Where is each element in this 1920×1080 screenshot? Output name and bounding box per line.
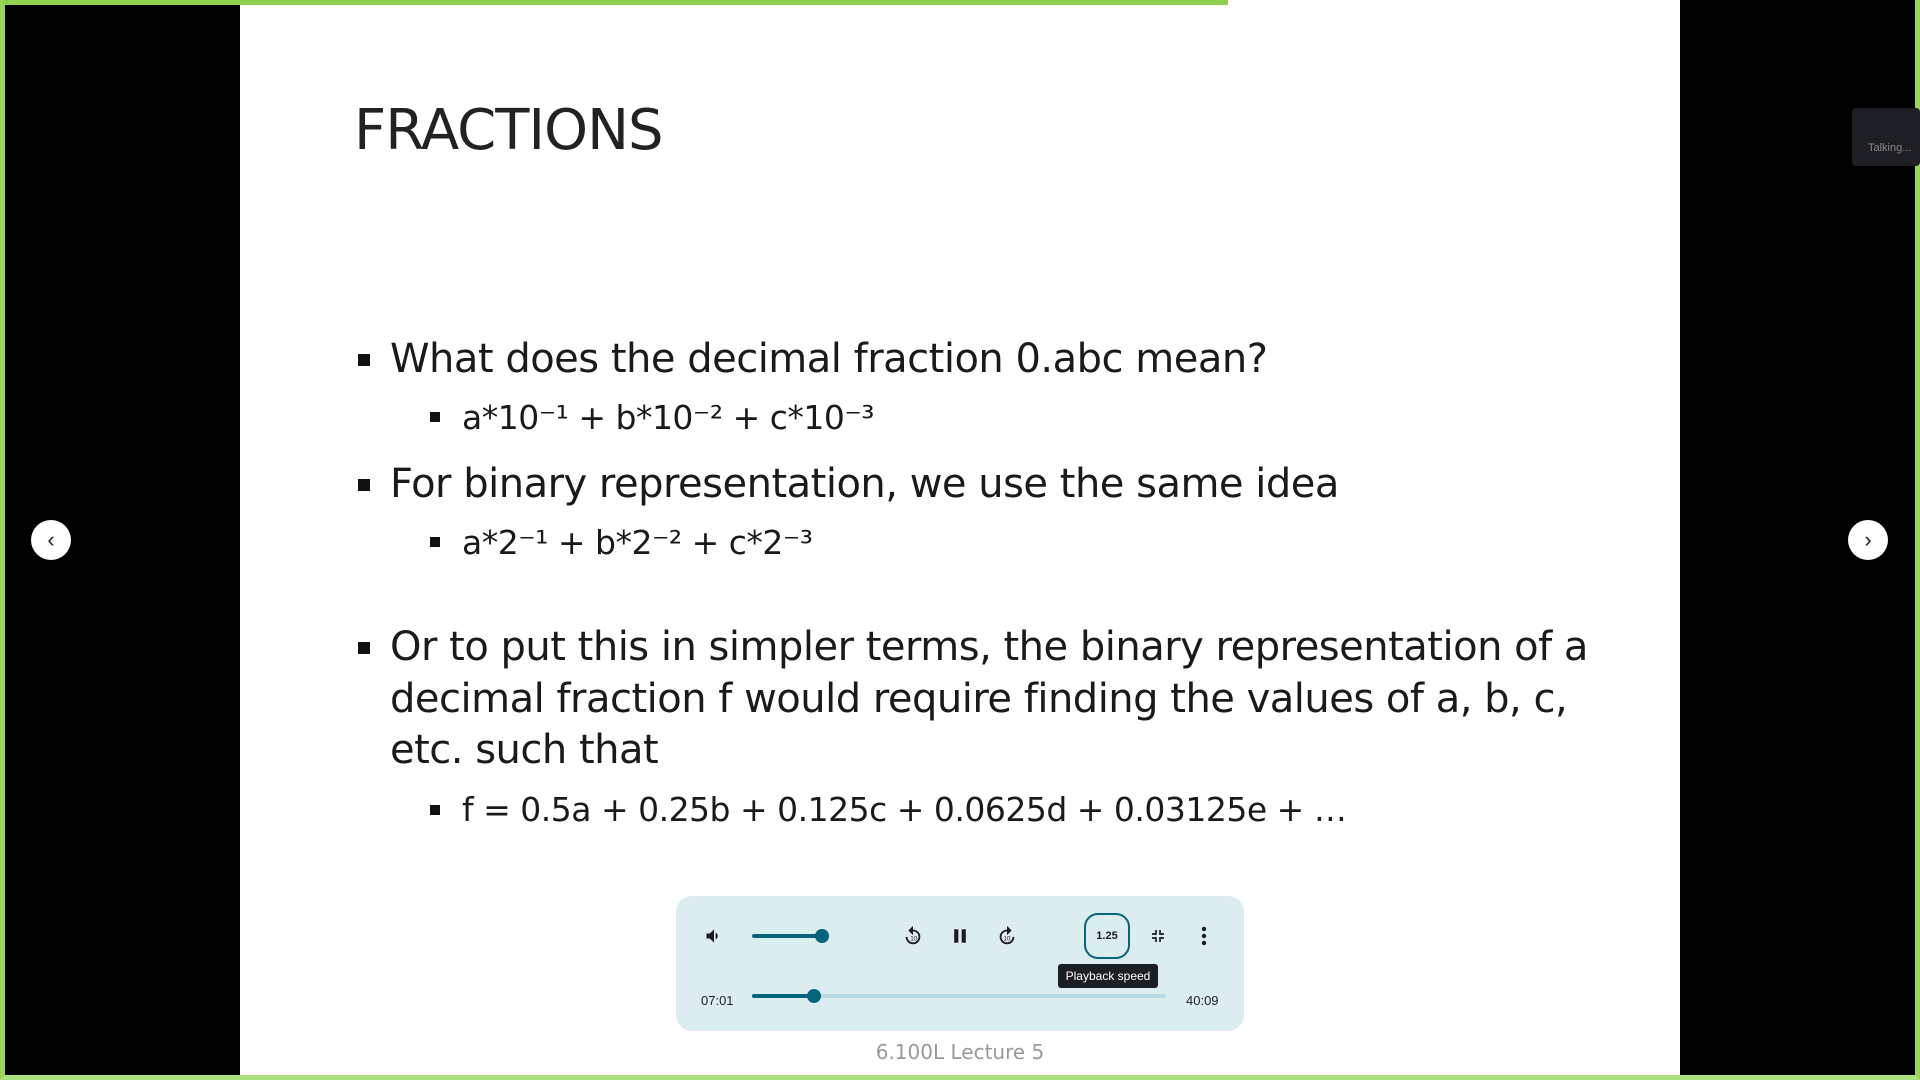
- volume-icon: [706, 929, 718, 943]
- previous-button[interactable]: ‹: [31, 520, 71, 560]
- playback-speed-tooltip: Playback speed: [1058, 964, 1158, 988]
- svg-text:10: 10: [1003, 936, 1011, 943]
- sub-bullet-1: a*10⁻¹ + b*10⁻² + c*10⁻³: [462, 398, 875, 437]
- forward-10-icon: 10: [999, 925, 1015, 945]
- bullet-3-line-3: etc. such that: [390, 727, 659, 773]
- exit-fullscreen-button[interactable]: [1144, 922, 1172, 950]
- player-controls: 10 10 1.25 Playback speed 07:01 40:09: [676, 896, 1244, 1031]
- next-button[interactable]: ›: [1848, 520, 1888, 560]
- playback-speed-button[interactable]: 1.25: [1084, 913, 1130, 959]
- more-vertical-icon: [1201, 926, 1207, 946]
- sub-bullet-3: f = 0.5a + 0.25b + 0.125c + 0.0625d + 0.…: [462, 790, 1347, 829]
- volume-slider[interactable]: [752, 934, 822, 938]
- rewind-10-button[interactable]: 10: [899, 922, 927, 950]
- chevron-left-icon: ‹: [47, 527, 55, 552]
- forward-10-button[interactable]: 10: [993, 922, 1021, 950]
- seek-bar-played: [752, 994, 814, 998]
- sub-bullet-icon: [430, 537, 440, 547]
- duration: 40:09: [1186, 993, 1219, 1008]
- bullet-icon: [358, 354, 370, 366]
- more-options-button[interactable]: [1190, 922, 1218, 950]
- slide-title: FRACTIONS: [354, 98, 664, 163]
- pause-button[interactable]: [946, 922, 974, 950]
- current-time: 07:01: [701, 993, 734, 1008]
- bullet-icon: [358, 479, 370, 491]
- slide-footer: 6.100L Lecture 5: [875, 1040, 1045, 1064]
- pause-icon: [954, 929, 966, 943]
- bullet-3-line-1: Or to put this in simpler terms, the bin…: [390, 624, 1588, 670]
- volume-handle[interactable]: [815, 929, 829, 943]
- svg-text:10: 10: [910, 936, 918, 943]
- exit-fullscreen-icon: [1152, 930, 1164, 942]
- sub-bullet-icon: [430, 412, 440, 422]
- replay-10-icon: 10: [905, 925, 921, 945]
- bullet-icon: [358, 642, 370, 654]
- volume-button[interactable]: [704, 924, 724, 948]
- bullet-1: What does the decimal fraction 0.abc mea…: [390, 336, 1268, 382]
- sub-bullet-icon: [430, 805, 440, 815]
- seek-handle[interactable]: [807, 989, 821, 1003]
- bullet-3-line-2: decimal fraction f would require finding…: [390, 676, 1568, 722]
- talking-indicator: Talking...: [1852, 108, 1920, 166]
- chevron-right-icon: ›: [1864, 527, 1872, 552]
- sub-bullet-2: a*2⁻¹ + b*2⁻² + c*2⁻³: [462, 523, 813, 562]
- bullet-2: For binary representation, we use the sa…: [390, 461, 1339, 507]
